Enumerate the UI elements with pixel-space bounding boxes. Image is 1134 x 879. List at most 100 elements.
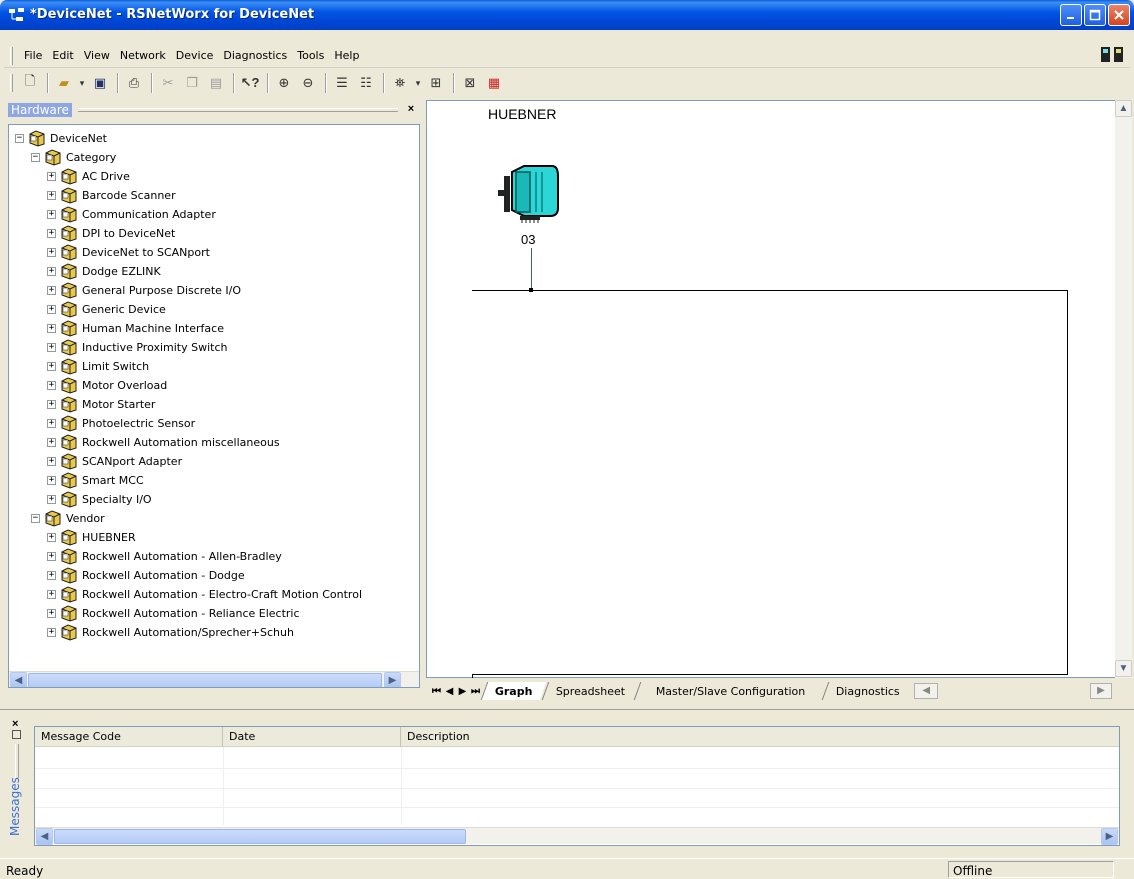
tab-diagnostics[interactable]: Diagnostics <box>822 682 914 700</box>
pane-divider[interactable] <box>0 706 1134 710</box>
hardware-close-icon[interactable]: × <box>404 103 418 117</box>
expand-icon[interactable]: + <box>47 381 56 390</box>
messages-horizontal-scrollbar[interactable]: ◀ ▶ <box>35 827 1119 845</box>
expand-icon[interactable]: + <box>47 400 56 409</box>
tree-item[interactable]: + Motor Overload <box>47 376 167 395</box>
expand-icon[interactable]: + <box>47 628 56 637</box>
tree-item[interactable]: + Inductive Proximity Switch <box>47 338 228 357</box>
expand-icon[interactable]: + <box>47 362 56 371</box>
tab-first-icon[interactable]: ⏮ <box>430 686 443 697</box>
tree-item[interactable]: + Rockwell Automation - Reliance Electric <box>47 604 300 623</box>
messages-close-icon[interactable]: × <box>12 718 18 730</box>
scroll-up-icon[interactable]: ▲ <box>1115 100 1132 117</box>
tree-item[interactable]: + Rockwell Automation miscellaneous <box>47 433 280 452</box>
scroll-left-icon[interactable]: ◀ <box>10 672 27 687</box>
minimize-button[interactable] <box>1060 4 1082 26</box>
tree-item[interactable]: + Barcode Scanner <box>47 186 176 205</box>
tree-item[interactable]: + SCANport Adapter <box>47 452 182 471</box>
open-dropdown-icon[interactable]: ▾ <box>77 72 87 94</box>
menu-tools[interactable]: Tools <box>292 47 329 64</box>
menu-help[interactable]: Help <box>329 47 364 64</box>
expand-icon[interactable]: + <box>47 476 56 485</box>
tab-scroll-left-icon[interactable]: ◀ <box>914 683 939 699</box>
tree-item[interactable]: + Rockwell Automation/Sprecher+Schuh <box>47 623 294 642</box>
expand-icon[interactable]: + <box>47 343 56 352</box>
column-message-code[interactable]: Message Code <box>35 727 223 747</box>
expand-icon[interactable]: + <box>47 191 56 200</box>
expand-icon[interactable]: + <box>47 609 56 618</box>
expand-icon[interactable]: + <box>47 552 56 561</box>
cut-icon[interactable]: ✂ <box>157 72 179 94</box>
new-file-icon[interactable]: 🗋 <box>19 72 41 94</box>
collapse-icon[interactable]: − <box>31 153 40 162</box>
edm-icon[interactable]: ▦ <box>483 72 505 94</box>
expand-icon[interactable]: + <box>47 495 56 504</box>
tree-item[interactable]: + Specialty I/O <box>47 490 152 509</box>
tab-last-icon[interactable]: ⏭ <box>469 686 482 697</box>
tab-next-icon[interactable]: ▶ <box>456 686 469 697</box>
tree-horizontal-scrollbar[interactable]: ◀ ▶ <box>9 671 419 687</box>
tree-view-icon[interactable]: ☰ <box>331 72 353 94</box>
tree-item[interactable]: + AC Drive <box>47 167 130 186</box>
tree-item[interactable]: + DeviceNet to SCANport <box>47 243 210 262</box>
scroll-left-icon[interactable]: ◀ <box>36 828 53 845</box>
tab-master-slave[interactable]: Master/Slave Configuration <box>633 682 827 700</box>
expand-icon[interactable]: + <box>47 267 56 276</box>
tree-item[interactable]: + HUEBNER <box>47 528 136 547</box>
column-description[interactable]: Description <box>401 727 1119 747</box>
tree-item[interactable]: + Rockwell Automation - Dodge <box>47 566 245 585</box>
expand-icon[interactable]: + <box>47 229 56 238</box>
expand-icon[interactable]: + <box>47 286 56 295</box>
maximize-button[interactable] <box>1084 4 1106 26</box>
tree-item[interactable]: − Category <box>31 148 116 167</box>
collapse-icon[interactable]: − <box>31 514 40 523</box>
tree-item[interactable]: − DeviceNet <box>15 129 107 148</box>
zoom-out-icon[interactable]: ⊖ <box>297 72 319 94</box>
tree-item[interactable]: + General Purpose Discrete I/O <box>47 281 241 300</box>
menu-network[interactable]: Network <box>115 47 171 64</box>
graph-vertical-scrollbar[interactable]: ▲ ▼ <box>1115 100 1132 678</box>
tree-item[interactable]: + Motor Starter <box>47 395 155 414</box>
expand-icon[interactable]: + <box>47 533 56 542</box>
tree-item[interactable]: + Photoelectric Sensor <box>47 414 195 433</box>
copy-icon[interactable]: ❐ <box>181 72 203 94</box>
close-button[interactable] <box>1108 4 1130 26</box>
print-icon[interactable]: ⎙ <box>123 72 145 94</box>
menu-device[interactable]: Device <box>171 47 219 64</box>
paste-icon[interactable]: ▤ <box>205 72 227 94</box>
expand-icon[interactable]: + <box>47 210 56 219</box>
zoom-in-icon[interactable]: ⊕ <box>273 72 295 94</box>
menu-diagnostics[interactable]: Diagnostics <box>218 47 292 64</box>
collapse-icon[interactable]: − <box>15 134 24 143</box>
online-dropdown-icon[interactable]: ▾ <box>413 72 423 94</box>
save-icon[interactable]: ▣ <box>89 72 111 94</box>
tree-item[interactable]: + Smart MCC <box>47 471 144 490</box>
scroll-right-icon[interactable]: ▶ <box>384 672 401 687</box>
help-pointer-icon[interactable]: ↖? <box>239 72 261 94</box>
scroll-thumb[interactable] <box>28 673 382 687</box>
menu-file[interactable]: File <box>19 47 47 64</box>
menu-edit[interactable]: Edit <box>47 47 78 64</box>
expand-icon[interactable]: + <box>47 324 56 333</box>
online-icon[interactable]: ⛯ <box>389 72 411 94</box>
scroll-thumb[interactable] <box>54 829 466 844</box>
tree-item[interactable]: + Dodge EZLINK <box>47 262 161 281</box>
tree-item[interactable]: + Communication Adapter <box>47 205 216 224</box>
network-browse-icon[interactable]: ⊞ <box>425 72 447 94</box>
tab-spreadsheet[interactable]: Spreadsheet <box>541 682 639 700</box>
expand-icon[interactable]: + <box>47 571 56 580</box>
expand-icon[interactable]: + <box>47 172 56 181</box>
list-view-icon[interactable]: ☷ <box>355 72 377 94</box>
tree-item[interactable]: + Generic Device <box>47 300 166 319</box>
node-commissioning-icon[interactable]: ⊠ <box>459 72 481 94</box>
graph-scroll-right-icon[interactable]: ▶ <box>1090 683 1112 699</box>
expand-icon[interactable]: + <box>47 438 56 447</box>
drive-device-icon[interactable] <box>498 162 562 224</box>
tree-item[interactable]: + Rockwell Automation - Electro-Craft Mot… <box>47 585 362 604</box>
tab-prev-icon[interactable]: ◀ <box>443 686 456 697</box>
open-folder-icon[interactable]: ▰ <box>53 72 75 94</box>
tab-graph[interactable]: Graph <box>480 682 546 700</box>
menu-view[interactable]: View <box>79 47 115 64</box>
expand-icon[interactable]: + <box>47 419 56 428</box>
messages-restore-icon[interactable] <box>12 730 21 739</box>
